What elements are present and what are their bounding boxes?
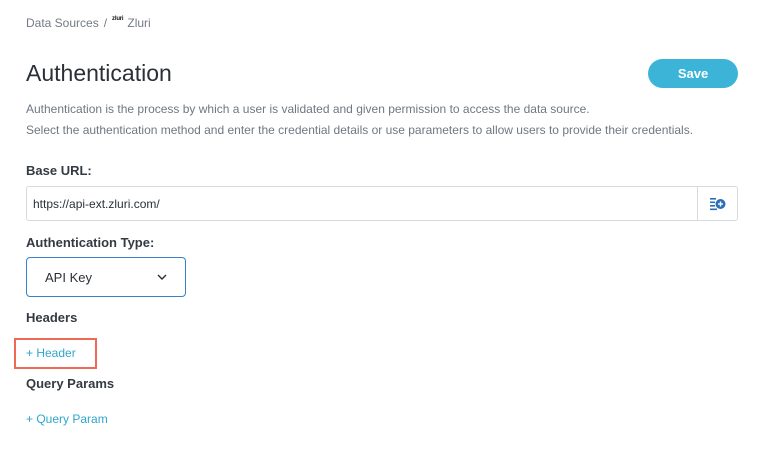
add-query-param-link[interactable]: + Query Param [26, 412, 108, 426]
page: Data Sources / zluri Zluri Authenticatio… [0, 0, 762, 449]
breadcrumb-data-sources[interactable]: Data Sources [26, 16, 99, 30]
base-url-field [26, 186, 738, 221]
base-url-input[interactable] [27, 187, 697, 220]
auth-type-label: Authentication Type: [26, 235, 155, 250]
page-description: Authentication is the process by which a… [26, 99, 693, 141]
description-line-1: Authentication is the process by which a… [26, 102, 590, 116]
chevron-down-icon [157, 274, 167, 280]
description-line-2: Select the authentication method and ent… [26, 123, 694, 137]
base-url-label: Base URL: [26, 163, 92, 178]
zluri-logo-icon: zluri [112, 16, 124, 22]
breadcrumb: Data Sources / zluri Zluri [26, 16, 151, 30]
add-parameter-icon [709, 197, 725, 210]
save-button[interactable]: Save [648, 59, 738, 88]
headers-label: Headers [26, 310, 78, 325]
breadcrumb-separator: / [103, 16, 108, 30]
query-params-label: Query Params [26, 376, 115, 391]
insert-parameter-button[interactable] [697, 187, 737, 220]
add-header-link[interactable]: + Header [26, 346, 76, 360]
auth-type-select[interactable]: API Key [26, 257, 186, 297]
breadcrumb-current: Zluri [127, 16, 151, 30]
auth-type-value: API Key [45, 269, 92, 285]
page-title: Authentication [26, 60, 172, 86]
